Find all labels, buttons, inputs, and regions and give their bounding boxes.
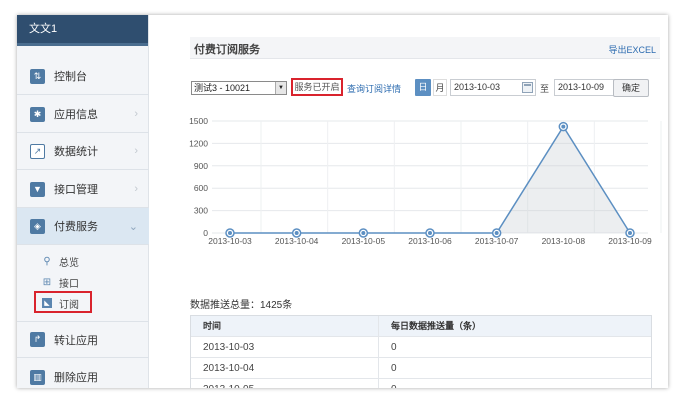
sidebar-item-statistics[interactable]: ↗ 数据统计 › xyxy=(17,133,149,170)
total-push-count: 数据推送总量：1425条 xyxy=(190,300,293,311)
chevron-down-icon: ▼ xyxy=(275,82,286,94)
chevron-right-icon: › xyxy=(134,145,138,157)
data-point-center xyxy=(561,124,566,129)
data-point-center xyxy=(228,231,232,235)
table-row: 2013-10-04 0 xyxy=(191,358,651,379)
main-content: 付费订阅服务 导出EXCEL 测试3 - 10021 ▼ 服务已开启 查询订阅详… xyxy=(162,15,668,388)
data-point-center xyxy=(294,231,299,235)
data-point-center xyxy=(361,231,366,235)
x-tick-label: 2013-10-08 xyxy=(542,236,586,246)
chevron-right-icon: › xyxy=(134,108,138,120)
table-cell: 2013-10-05 xyxy=(191,379,379,388)
date-range-separator: 至 xyxy=(540,84,550,94)
sidebar-item-app-info[interactable]: ✱ 应用信息 › xyxy=(17,96,149,133)
data-point-center xyxy=(428,231,432,235)
share-icon: ↱ xyxy=(30,332,45,347)
sidebar-item-paid-service[interactable]: ◈ 付费服务 ⌄ xyxy=(17,208,149,245)
subitem-label: 总览 xyxy=(59,257,79,269)
table-row: 2013-10-03 0 xyxy=(191,337,651,358)
dashboard-icon: ⇅ xyxy=(30,68,45,84)
app-select-value: 测试3 - 10021 xyxy=(194,83,251,93)
table-cell: 2013-10-04 xyxy=(191,358,379,378)
plug-icon: ▼ xyxy=(30,181,45,197)
chevron-down-icon: ⌄ xyxy=(128,221,138,233)
table-cell: 0 xyxy=(391,363,397,374)
sidebar-item-label: 应用信息 xyxy=(54,109,98,121)
sidebar: 文文1 ⇅ 控制台 ✱ 应用信息 › ↗ 数据统计 › ▼ 接口管理 › ◈ 付… xyxy=(17,15,149,388)
api-icon: ⊞ xyxy=(42,276,52,288)
y-tick-label: 600 xyxy=(194,183,208,193)
confirm-button[interactable]: 确定 xyxy=(613,79,649,97)
app-frame: 文文1 ⇅ 控制台 ✱ 应用信息 › ↗ 数据统计 › ▼ 接口管理 › ◈ 付… xyxy=(17,15,668,388)
page-title: 付费订阅服务 xyxy=(194,44,260,56)
push-volume-chart: 0300600900120015002013-10-03 2013-10-04 20… xyxy=(189,116,662,246)
sidebar-item-label: 数据统计 xyxy=(54,146,98,158)
y-tick-label: 300 xyxy=(194,206,208,216)
sidebar-item-delete-app[interactable]: ▥ 删除应用 xyxy=(17,359,149,388)
date-to-value: 2013-10-09 xyxy=(558,82,605,92)
day-toggle-button[interactable]: 日 xyxy=(415,79,431,96)
sidebar-item-transfer-app[interactable]: ↱ 转让应用 xyxy=(17,321,149,358)
chart-icon: ↗ xyxy=(30,143,45,159)
daily-push-table: 时间 每日数据推送量（条） 2013-10-03 0 2013-10-04 0 … xyxy=(190,315,652,388)
calendar-icon[interactable] xyxy=(522,82,533,93)
search-icon: ⚲ xyxy=(43,255,51,267)
table-header-cell: 每日数据推送量（条） xyxy=(391,321,482,331)
trash-icon: ▥ xyxy=(30,369,45,385)
table-cell: 0 xyxy=(379,379,651,388)
subscription-detail-link[interactable]: 查询订阅详情 xyxy=(347,82,401,95)
table-header-cell: 时间 xyxy=(191,316,379,336)
sidebar-header: 文文1 xyxy=(17,15,148,43)
y-tick-label: 900 xyxy=(194,161,208,171)
sidebar-item-label: 控制台 xyxy=(54,71,87,83)
sidebar-item-label: 接口管理 xyxy=(54,184,98,196)
data-point-center xyxy=(494,231,499,235)
table-row: 2013-10-05 0 xyxy=(191,379,651,388)
subitem-overview[interactable]: ⚲ 总览 xyxy=(17,251,149,271)
chevron-right-icon: › xyxy=(134,183,138,195)
sidebar-item-label: 付费服务 xyxy=(54,221,98,233)
table-header-row: 时间 每日数据推送量（条） xyxy=(191,316,651,337)
table-cell: 0 xyxy=(391,342,397,353)
app-select[interactable]: 测试3 - 10021 ▼ xyxy=(191,81,287,95)
tag-icon: ◈ xyxy=(30,218,45,234)
series-area xyxy=(230,126,630,233)
date-from-input[interactable]: 2013-10-03 xyxy=(450,79,536,96)
sidebar-item-dashboard[interactable]: ⇅ 控制台 xyxy=(17,58,149,95)
y-tick-label: 1200 xyxy=(189,138,208,148)
title-bar: 付费订阅服务 导出EXCEL xyxy=(190,37,660,59)
sidebar-item-api-management[interactable]: ▼ 接口管理 › xyxy=(17,171,149,208)
subitem-api[interactable]: ⊞ 接口 xyxy=(17,272,149,292)
sidebar-item-label: 转让应用 xyxy=(54,334,98,347)
subitem-highlight-box xyxy=(34,291,92,313)
sidebar-header-bar xyxy=(17,43,148,46)
table-cell: 2013-10-03 xyxy=(191,337,379,357)
subitem-label: 接口 xyxy=(59,278,79,290)
service-status: 服务已开启 xyxy=(291,78,343,96)
month-toggle-button[interactable]: 月 xyxy=(433,79,447,96)
data-point-center xyxy=(628,231,632,235)
y-tick-label: 1500 xyxy=(189,116,208,126)
date-from-value: 2013-10-03 xyxy=(454,82,501,92)
gear-icon: ✱ xyxy=(30,106,45,122)
sidebar-item-label: 删除应用 xyxy=(54,372,98,384)
export-excel-link[interactable]: 导出EXCEL xyxy=(608,43,656,56)
